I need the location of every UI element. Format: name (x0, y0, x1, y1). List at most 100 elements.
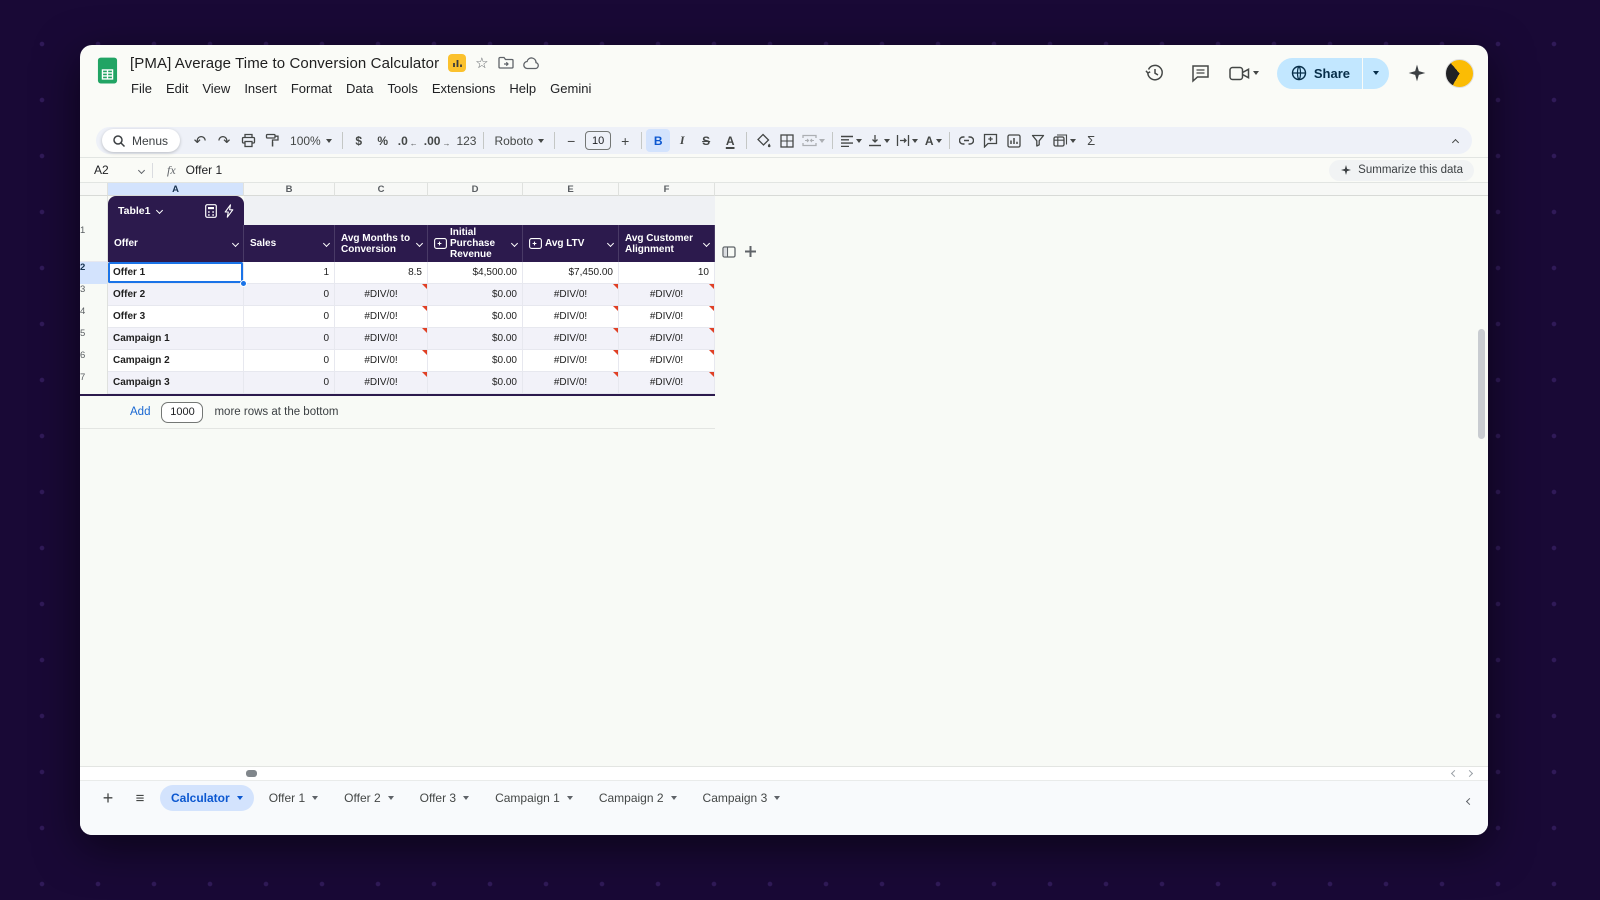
share-dropdown[interactable] (1363, 58, 1389, 89)
horizontal-scrollbar[interactable] (80, 766, 1488, 780)
cell[interactable]: #DIV/0! (523, 350, 619, 372)
format-currency-button[interactable]: $ (347, 129, 371, 152)
menu-format[interactable]: Format (284, 78, 339, 99)
cell[interactable]: 0 (244, 350, 335, 372)
sheet-tab-offer-2[interactable]: Offer 2 (333, 785, 404, 811)
gemini-sparkle-icon[interactable] (1399, 55, 1435, 91)
cell[interactable]: Offer 1 (108, 262, 247, 287)
document-title[interactable]: [PMA] Average Time to Conversion Calcula… (130, 55, 439, 72)
sheet-tab-campaign-2[interactable]: Campaign 2 (588, 785, 688, 811)
cell[interactable]: #DIV/0! (335, 372, 428, 394)
header-dropdown-icon[interactable] (702, 239, 711, 248)
menu-edit[interactable]: Edit (159, 78, 195, 99)
sheet-tab-calculator[interactable]: Calculator (160, 785, 254, 811)
cell[interactable]: #DIV/0! (619, 328, 715, 350)
column-header-a[interactable]: A (108, 183, 244, 196)
cell[interactable]: $0.00 (428, 328, 523, 350)
cell[interactable]: #DIV/0! (619, 284, 715, 306)
share-button[interactable]: Share (1276, 57, 1389, 89)
header-dropdown-icon[interactable] (510, 239, 519, 248)
add-sheet-button[interactable]: + (94, 785, 122, 811)
undo-button[interactable]: ↶ (188, 129, 212, 152)
cell[interactable]: Offer 2 (108, 284, 244, 306)
menus-search-button[interactable]: Menus (102, 129, 181, 152)
cell[interactable]: Campaign 1 (108, 328, 244, 350)
row-header-1[interactable]: 1 (80, 225, 108, 262)
merge-cells-button[interactable] (799, 129, 828, 152)
cell[interactable]: $0.00 (428, 284, 523, 306)
table-header-cell[interactable]: Avg Customer Alignment (619, 225, 715, 262)
menu-gemini[interactable]: Gemini (543, 78, 598, 99)
paint-format-button[interactable] (260, 129, 284, 152)
menu-insert[interactable]: Insert (237, 78, 284, 99)
cell[interactable]: $0.00 (428, 372, 523, 394)
cell[interactable]: 10 (619, 262, 715, 284)
cell[interactable]: 8.5 (335, 262, 428, 284)
scroll-left-icon[interactable] (1450, 769, 1459, 778)
increase-font-size-button[interactable]: + (613, 129, 637, 152)
move-folder-icon[interactable] (497, 56, 514, 70)
table-header-cell[interactable]: Avg LTV (523, 225, 619, 262)
row-header-3[interactable]: 3 (80, 284, 108, 306)
add-rows-count-input[interactable]: 1000 (161, 401, 204, 423)
header-dropdown-icon[interactable] (606, 239, 615, 248)
redo-button[interactable]: ↷ (212, 129, 236, 152)
table-header-cell[interactable]: Sales (244, 225, 335, 262)
cell[interactable]: Campaign 2 (108, 350, 244, 372)
menu-view[interactable]: View (195, 78, 237, 99)
italic-button[interactable]: I (670, 129, 694, 152)
all-sheets-button[interactable]: ≡ (126, 785, 154, 811)
text-wrap-button[interactable] (893, 129, 921, 152)
bold-button[interactable]: B (646, 129, 671, 152)
vertical-align-button[interactable] (865, 129, 893, 152)
format-percent-button[interactable]: % (371, 129, 395, 152)
spreadsheet-grid[interactable]: ABCDEF Table1 1 Offer Sales Avg Months to C… (80, 183, 1488, 766)
font-dropdown[interactable]: Roboto (488, 129, 550, 152)
table-name-chip[interactable]: Table1 (108, 196, 244, 225)
cell[interactable]: Offer 3 (108, 306, 244, 328)
table-views-button[interactable] (1050, 129, 1079, 152)
table-header-cell[interactable]: Initial Purchase Revenue (428, 225, 523, 262)
font-size-input[interactable]: 10 (585, 131, 612, 150)
column-header-e[interactable]: E (523, 183, 619, 196)
insert-link-button[interactable] (954, 129, 978, 152)
cell[interactable]: 0 (244, 372, 335, 394)
selection-fill-handle[interactable] (240, 280, 247, 287)
cell[interactable]: 1 (244, 262, 335, 284)
sheet-tab-menu-icon[interactable] (774, 796, 781, 800)
increase-decimals-button[interactable]: .00 → (421, 129, 454, 152)
star-icon[interactable]: ☆ (475, 56, 488, 71)
sheet-tab-menu-icon[interactable] (670, 796, 677, 800)
sheet-tab-campaign-1[interactable]: Campaign 1 (484, 785, 584, 811)
cell[interactable]: $0.00 (428, 350, 523, 372)
cell[interactable]: #DIV/0! (619, 350, 715, 372)
cell[interactable]: #DIV/0! (619, 372, 715, 394)
header-dropdown-icon[interactable] (231, 239, 240, 248)
formula-input[interactable]: Offer 1 (186, 163, 222, 177)
comments-icon[interactable] (1183, 55, 1219, 91)
insert-chart-button[interactable] (1002, 129, 1026, 152)
sheet-tab-menu-icon[interactable] (236, 796, 243, 800)
table-bolt-icon[interactable] (224, 203, 234, 218)
menu-tools[interactable]: Tools (380, 78, 424, 99)
menu-data[interactable]: Data (339, 78, 380, 99)
menu-file[interactable]: File (124, 78, 159, 99)
sheet-tab-offer-1[interactable]: Offer 1 (258, 785, 329, 811)
cell[interactable]: 0 (244, 284, 335, 306)
vertical-scrollbar-thumb[interactable] (1478, 329, 1485, 439)
menu-extensions[interactable]: Extensions (425, 78, 503, 99)
table-chip-chevron-icon[interactable] (156, 206, 164, 215)
collapse-toolbar-icon[interactable] (1445, 132, 1466, 150)
sheets-logo-icon[interactable] (94, 57, 121, 84)
zoom-dropdown[interactable]: 100% (284, 129, 338, 152)
cell[interactable]: #DIV/0! (523, 372, 619, 394)
cell[interactable]: $0.00 (428, 306, 523, 328)
menu-help[interactable]: Help (502, 78, 543, 99)
horizontal-align-button[interactable] (837, 129, 865, 152)
scroll-right-icon[interactable] (1465, 769, 1474, 778)
text-color-button[interactable]: A (718, 129, 742, 152)
sheet-tab-menu-icon[interactable] (463, 796, 470, 800)
summarize-data-button[interactable]: Summarize this data (1329, 159, 1474, 181)
print-button[interactable] (236, 129, 260, 152)
column-header-f[interactable]: F (619, 183, 715, 196)
